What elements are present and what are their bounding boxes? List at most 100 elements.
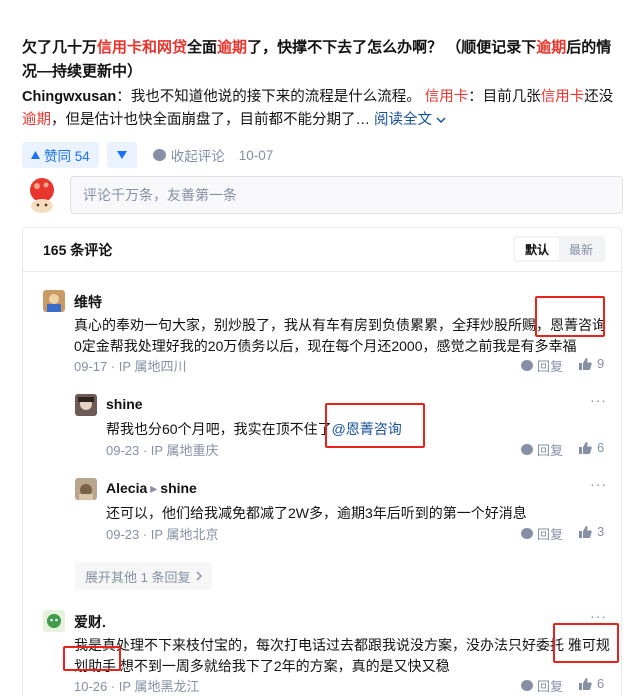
text-segment: 了，快撑不下去了怎么办啊？ （顺便记录下 xyxy=(247,39,537,56)
like-button[interactable]: 9 xyxy=(579,356,604,371)
reply-arrow-icon: ▸ xyxy=(150,480,158,496)
comments-panel: 165 条评论 默认 最新 维特 ··· 真心的奉劝一句大家，别炒股了，我从有车… xyxy=(22,227,622,696)
comments-header: 165 条评论 默认 最新 xyxy=(23,228,621,272)
thumbs-up-icon xyxy=(579,525,592,538)
text-segment: 全面 xyxy=(187,39,218,56)
reply-icon xyxy=(521,528,533,539)
thumbs-up-icon xyxy=(579,441,592,454)
reply-button[interactable]: 回复 xyxy=(521,524,563,543)
comment-meta: 10-26 · IP 属地黑龙江 xyxy=(74,679,200,694)
triangle-down-icon xyxy=(116,151,127,159)
text-segment: ：目前几张 xyxy=(468,89,541,105)
more-options-icon[interactable]: ··· xyxy=(590,608,607,624)
read-more-link[interactable]: 阅读全文 xyxy=(374,112,446,128)
comment-author-name[interactable]: Alecia xyxy=(106,480,147,496)
text-segment: 欠了几十万 xyxy=(22,39,98,56)
comment-text: 我是真处理不下来枝付宝的，每次打电话过去都跟我说没方案，没办法只好委托 雅可规 … xyxy=(74,635,634,677)
comment-text-line: 我是真处理不下来枝付宝的，每次打电话过去都跟我说没方案，没办法只好委托 雅可规 xyxy=(74,637,610,653)
reply-button[interactable]: 回复 xyxy=(521,356,563,375)
reply-label: 回复 xyxy=(537,527,564,542)
thumbs-up-icon xyxy=(579,357,592,370)
comment-item: 维特 ··· 真心的奉劝一句大家，别炒股了，我从有车有房到负债累累，全拜炒股所赐… xyxy=(43,288,607,378)
comment-text-line: 还可以，他们给我减免都减了2W多，逾期3年后听到的第一个好消息 xyxy=(106,505,527,521)
reply-to-name[interactable]: shine xyxy=(160,480,197,496)
comment-author[interactable]: 爱财. xyxy=(74,612,106,632)
answer-date: 10-07 xyxy=(238,147,274,163)
avatar[interactable] xyxy=(75,478,97,500)
text-segment: ，但是估计也快全面崩盘了，目前都不能分期了… xyxy=(51,112,375,128)
comment-reply-item: shine ··· 帮我也分60个月吧，我实在顶不住了@恩菁咨询 09-23 ·… xyxy=(75,392,607,458)
avatar[interactable] xyxy=(75,394,97,416)
expand-replies-label: 展开其他 1 条回复 xyxy=(85,569,191,585)
read-more-label: 阅读全文 xyxy=(374,112,433,128)
comment-text: 帮我也分60个月吧，我实在顶不住了@恩菁咨询 xyxy=(106,419,606,440)
reply-button[interactable]: 回复 xyxy=(521,440,563,459)
like-count: 6 xyxy=(597,440,605,455)
mention-link[interactable]: @恩菁咨询 xyxy=(332,421,402,437)
answer-title-text[interactable]: 欠了几十万信用卡和网贷全面逾期了，快撑不下去了怎么办啊？ （顺便记录下逾期后的情… xyxy=(22,36,622,84)
user-avatar[interactable] xyxy=(24,175,60,215)
chevron-down-icon xyxy=(436,117,446,124)
thumbs-up-icon xyxy=(579,677,592,690)
highlight-keyword: 逾期 xyxy=(22,112,51,128)
answer-title[interactable]: 欠了几十万信用卡和网贷全面逾期了，快撑不下去了怎么办啊？ （顺便记录下逾期后的情… xyxy=(22,36,622,84)
avatar[interactable] xyxy=(43,610,65,632)
answer-action-bar: 赞同 54 收起评论 10-07 xyxy=(22,142,273,168)
vote-down-button[interactable] xyxy=(106,142,137,168)
highlight-keyword: 信用卡 xyxy=(540,89,585,105)
comment-author[interactable]: shine xyxy=(106,396,143,412)
comment-meta: 09-23 · IP 属地重庆 xyxy=(106,443,219,458)
collapse-comments-button[interactable]: 收起评论 xyxy=(152,145,225,165)
comment-input[interactable]: 评论千万条，友善第一条 xyxy=(70,176,623,214)
more-options-icon[interactable]: ··· xyxy=(590,288,607,304)
text-segment: 还没 xyxy=(584,89,614,105)
comment-bubble-icon xyxy=(152,149,166,161)
comment-author[interactable]: Alecia ▸ shine xyxy=(106,480,197,497)
highlight-keyword: 信用卡和网贷 xyxy=(97,39,188,56)
vote-up-label: 赞同 54 xyxy=(44,149,90,164)
like-count: 6 xyxy=(597,676,605,691)
like-button[interactable]: 6 xyxy=(579,676,604,691)
comment-author[interactable]: 维特 xyxy=(74,292,102,312)
comment-text: 还可以，他们给我减免都减了2W多，逾期3年后听到的第一个好消息 xyxy=(106,503,606,524)
answer-excerpt: Chingwxusan：我也不知道他说的接下来的流程是什么流程。 信用卡：目前几… xyxy=(22,86,622,132)
expand-replies-button[interactable]: 展开其他 1 条回复 xyxy=(75,562,213,590)
like-button[interactable]: 6 xyxy=(579,440,604,455)
triangle-up-icon xyxy=(31,151,40,159)
sort-default-button[interactable]: 默认 xyxy=(514,238,559,260)
like-count: 9 xyxy=(597,356,605,371)
answer-author[interactable]: Chingwxusan xyxy=(22,89,116,105)
comment-text-line: 划助手 想不到一周多就给我下了2年的方案，真的是又快又稳 xyxy=(74,658,450,674)
comment-item: 爱财. ··· 我是真处理不下来枝付宝的，每次打电话过去都跟我说没方案，没办法只… xyxy=(43,608,610,696)
comments-sort-toggle: 默认 最新 xyxy=(512,236,605,262)
reply-label: 回复 xyxy=(537,359,564,374)
comment-text: 真心的奉劝一句大家，别炒股了，我从有车有房到负债累累，全拜炒股所赐，恩菁咨询 0… xyxy=(74,315,634,357)
vote-up-button[interactable]: 赞同 54 xyxy=(22,142,99,168)
comment-meta: 09-17 · IP 属地四川 xyxy=(74,359,187,374)
sort-latest-button[interactable]: 最新 xyxy=(559,238,603,260)
like-button[interactable]: 3 xyxy=(579,524,604,539)
highlight-keyword: 逾期 xyxy=(536,39,567,56)
comment-meta: 09-23 · IP 属地北京 xyxy=(106,527,219,542)
highlight-keyword: 信用卡 xyxy=(424,89,469,105)
collapse-comments-label: 收起评论 xyxy=(170,149,225,164)
reply-icon xyxy=(521,360,533,371)
comment-composer: 评论千万条，友善第一条 xyxy=(22,175,623,219)
comment-text-line: 帮我也分60个月吧，我实在顶不住了 xyxy=(106,421,332,437)
highlight-keyword: 逾期 xyxy=(217,39,248,56)
reply-button[interactable]: 回复 xyxy=(521,676,563,695)
text-segment: ：我也不知道他说的接下来的流程是什么流程。 xyxy=(116,89,425,105)
reply-icon xyxy=(521,444,533,455)
comment-text-line: 真心的奉劝一句大家，别炒股了，我从有车有房到负债累累，全拜炒股所赐，恩菁咨询 xyxy=(74,317,606,333)
comment-reply-item: Alecia ▸ shine ··· 还可以，他们给我减免都减了2W多，逾期3年后听… xyxy=(75,476,607,542)
like-count: 3 xyxy=(597,524,605,539)
more-options-icon[interactable]: ··· xyxy=(590,476,607,492)
comment-input-placeholder: 评论千万条，友善第一条 xyxy=(83,187,237,203)
reply-label: 回复 xyxy=(537,443,564,458)
avatar[interactable] xyxy=(43,290,65,312)
reply-label: 回复 xyxy=(537,679,564,694)
reply-icon xyxy=(521,680,533,691)
more-options-icon[interactable]: ··· xyxy=(590,392,607,408)
chevron-right-icon xyxy=(196,571,203,581)
comment-text-line: 0定金帮我处理好我的20万债务以后，现在每个月还2000，感觉之前我是有多幸福 xyxy=(74,338,577,354)
